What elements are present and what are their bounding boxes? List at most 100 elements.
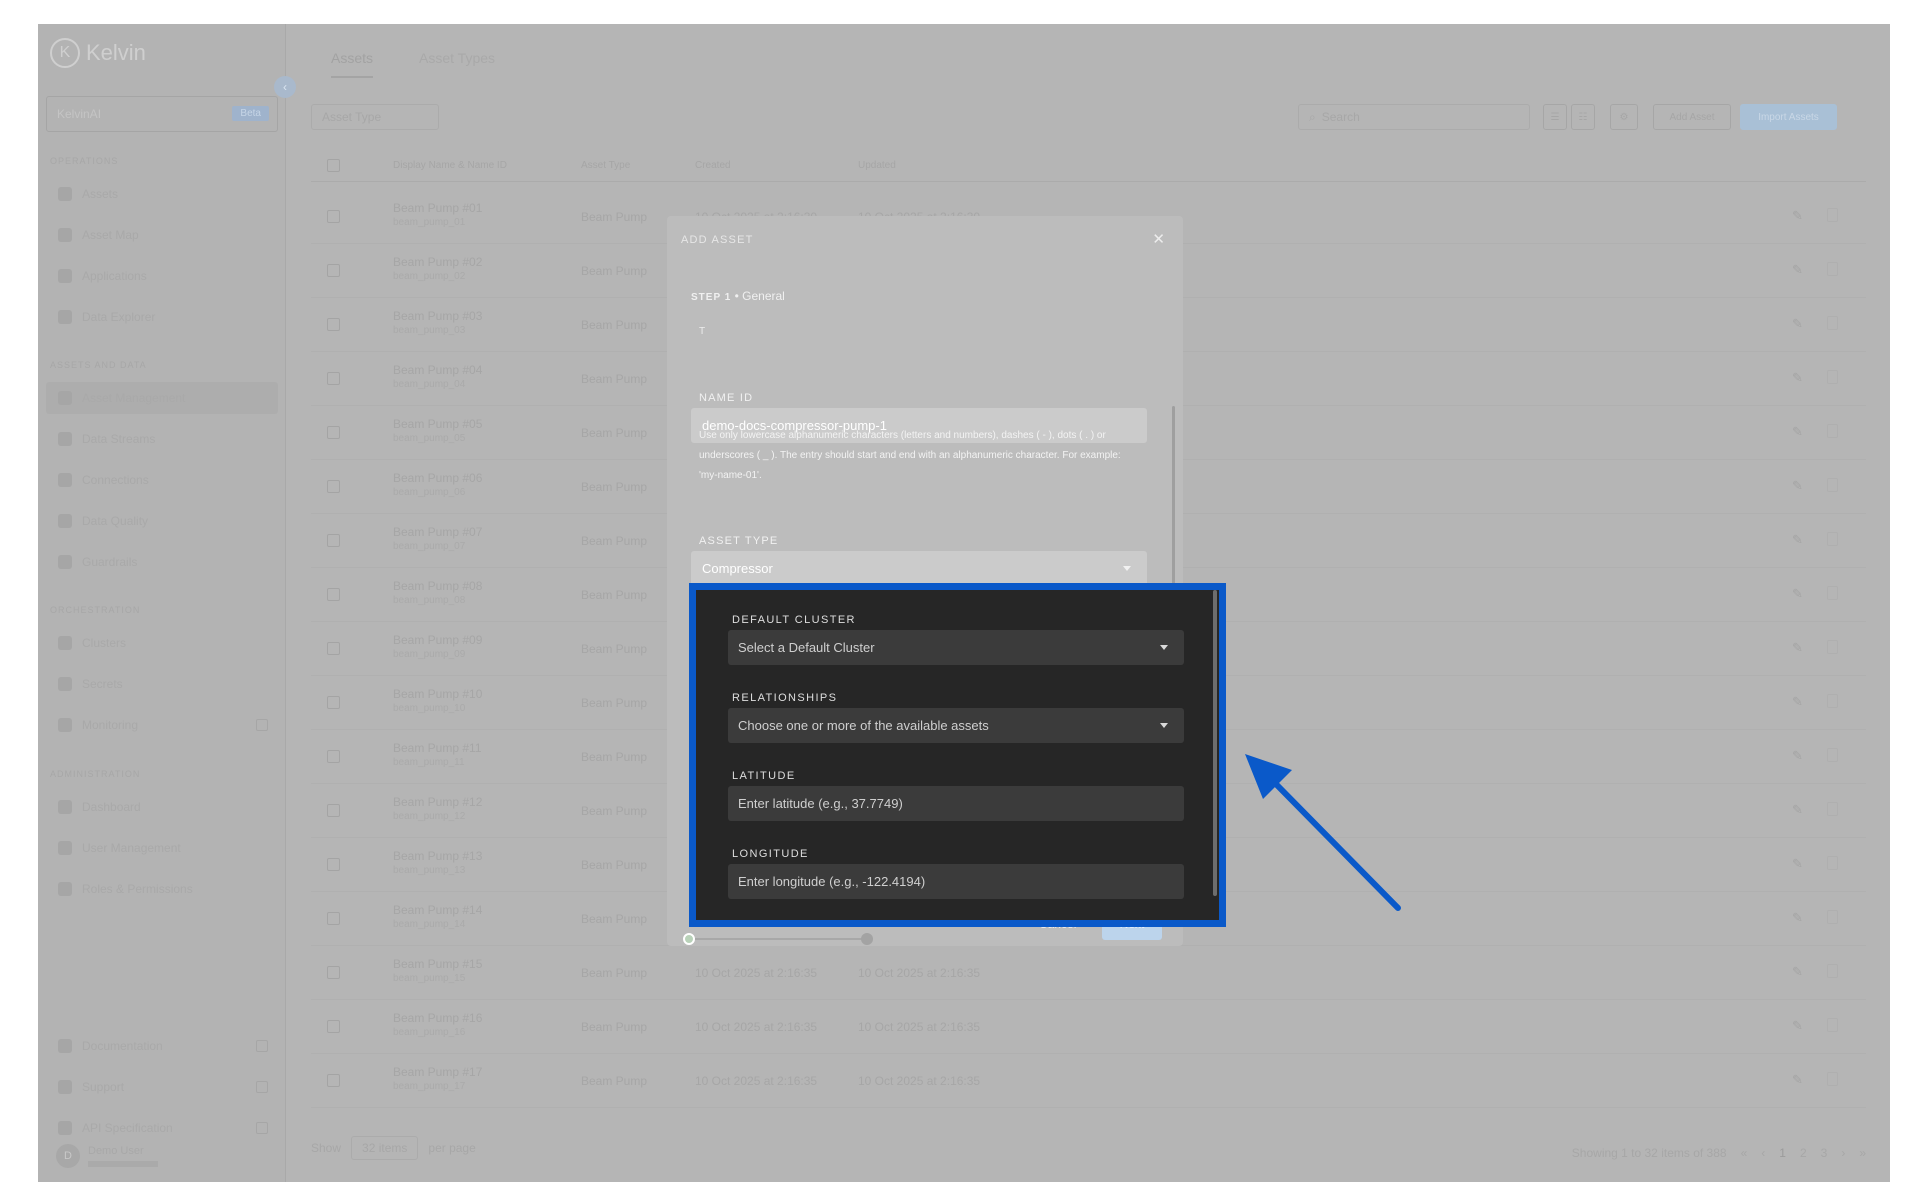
sidebar-item-monitoring[interactable]: Monitoring	[46, 709, 278, 741]
page-1[interactable]: 1	[1779, 1146, 1786, 1160]
delete-trash-icon[interactable]	[1827, 1072, 1838, 1086]
sidebar-item-clusters[interactable]: Clusters	[46, 627, 278, 659]
delete-trash-icon[interactable]	[1827, 370, 1838, 384]
delete-trash-icon[interactable]	[1827, 910, 1838, 924]
sidebar-item-roles-permissions[interactable]: Roles & Permissions	[46, 873, 278, 905]
table-row[interactable]: Beam Pump #16 beam_pump_16 Beam Pump 10 Oct…	[311, 1000, 1866, 1054]
delete-trash-icon[interactable]	[1827, 640, 1838, 654]
list-view-icon[interactable]: ☰	[1543, 104, 1567, 130]
collapse-sidebar-chevron-icon[interactable]: ‹	[274, 76, 296, 98]
relationships-select[interactable]: Choose one or more of the available asse…	[728, 708, 1184, 743]
last-page-icon[interactable]: »	[1859, 1146, 1866, 1160]
import-assets-button[interactable]: Import Assets	[1740, 104, 1837, 130]
sidebar-item-asset-map[interactable]: Asset Map	[46, 219, 278, 251]
delete-trash-icon[interactable]	[1827, 1018, 1838, 1032]
sidebar-item-connections[interactable]: Connections	[46, 464, 278, 496]
sidebar-item-guardrails[interactable]: Guardrails	[46, 546, 278, 578]
edit-pencil-icon[interactable]: ✎	[1792, 586, 1806, 601]
select-all-checkbox[interactable]	[327, 159, 340, 172]
sidebar-item-user-management[interactable]: User Management	[46, 832, 278, 864]
row-checkbox[interactable]	[327, 750, 340, 763]
row-checkbox[interactable]	[327, 318, 340, 331]
sidebar-item-data-explorer[interactable]: Data Explorer	[46, 301, 278, 333]
edit-pencil-icon[interactable]: ✎	[1792, 262, 1806, 277]
delete-trash-icon[interactable]	[1827, 478, 1838, 492]
sidebar-item-dashboard[interactable]: Dashboard	[46, 791, 278, 823]
row-checkbox[interactable]	[327, 1020, 340, 1033]
per-page-select[interactable]: 32 items	[351, 1136, 419, 1160]
edit-pencil-icon[interactable]: ✎	[1792, 964, 1806, 979]
delete-trash-icon[interactable]	[1827, 964, 1838, 978]
row-checkbox[interactable]	[327, 372, 340, 385]
edit-pencil-icon[interactable]: ✎	[1792, 208, 1806, 223]
sidebar-item-support[interactable]: Support	[46, 1071, 278, 1103]
row-checkbox[interactable]	[327, 804, 340, 817]
edit-pencil-icon[interactable]: ✎	[1792, 1018, 1806, 1033]
edit-pencil-icon[interactable]: ✎	[1792, 370, 1806, 385]
settings-gear-icon[interactable]: ⚙	[1610, 104, 1638, 130]
delete-trash-icon[interactable]	[1827, 262, 1838, 276]
row-checkbox[interactable]	[327, 210, 340, 223]
page-2[interactable]: 2	[1800, 1146, 1807, 1160]
modal-scrollbar[interactable]	[1213, 590, 1217, 896]
row-checkbox[interactable]	[327, 912, 340, 925]
column-asset-type[interactable]: Asset Type	[581, 160, 630, 171]
sidebar-item-secrets[interactable]: Secrets	[46, 668, 278, 700]
section-operations[interactable]: OPERATIONS	[50, 156, 118, 166]
row-checkbox[interactable]	[327, 426, 340, 439]
asset-type-select[interactable]: Compressor	[691, 551, 1147, 586]
user-menu[interactable]: D Demo User	[56, 1144, 158, 1168]
column-updated[interactable]: Updated	[858, 160, 896, 171]
sidebar-item-data-quality[interactable]: Data Quality	[46, 505, 278, 537]
edit-pencil-icon[interactable]: ✎	[1792, 316, 1806, 331]
row-checkbox[interactable]	[327, 534, 340, 547]
section-assets-and-data[interactable]: ASSETS AND DATA	[50, 360, 147, 370]
sidebar-item-applications[interactable]: Applications	[46, 260, 278, 292]
table-row[interactable]: Beam Pump #17 beam_pump_17 Beam Pump 10 Oct…	[311, 1054, 1866, 1108]
sidebar-item-documentation[interactable]: Documentation	[46, 1030, 278, 1062]
table-row[interactable]: Beam Pump #15 beam_pump_15 Beam Pump 10 Oct…	[311, 946, 1866, 1000]
row-checkbox[interactable]	[327, 966, 340, 979]
edit-pencil-icon[interactable]: ✎	[1792, 910, 1806, 925]
table-view-icon[interactable]: ☷	[1571, 104, 1595, 130]
sidebar-item-asset-management[interactable]: Asset Management	[46, 382, 278, 414]
tab-asset-types[interactable]: Asset Types	[419, 50, 495, 78]
first-page-icon[interactable]: «	[1741, 1146, 1748, 1160]
next-page-icon[interactable]: ›	[1841, 1146, 1845, 1160]
delete-trash-icon[interactable]	[1827, 424, 1838, 438]
section-administration[interactable]: ADMINISTRATION	[50, 769, 140, 779]
sidebar-item-assets[interactable]: Assets	[46, 178, 278, 210]
edit-pencil-icon[interactable]: ✎	[1792, 694, 1806, 709]
row-checkbox[interactable]	[327, 696, 340, 709]
page-3[interactable]: 3	[1821, 1146, 1828, 1160]
row-checkbox[interactable]	[327, 1074, 340, 1087]
column-created[interactable]: Created	[695, 160, 731, 171]
section-orchestration[interactable]: ORCHESTRATION	[50, 605, 140, 615]
workspace-selector[interactable]: KelvinAI Beta	[46, 96, 278, 132]
edit-pencil-icon[interactable]: ✎	[1792, 802, 1806, 817]
edit-pencil-icon[interactable]: ✎	[1792, 478, 1806, 493]
edit-pencil-icon[interactable]: ✎	[1792, 1072, 1806, 1087]
asset-type-filter[interactable]: Asset Type	[311, 104, 439, 130]
delete-trash-icon[interactable]	[1827, 748, 1838, 762]
edit-pencil-icon[interactable]: ✎	[1792, 532, 1806, 547]
tab-assets[interactable]: Assets	[331, 50, 374, 78]
row-checkbox[interactable]	[327, 642, 340, 655]
longitude-input[interactable]: Enter longitude (e.g., -122.4194)	[728, 864, 1184, 899]
sidebar-item-api-specification[interactable]: API Specification	[46, 1112, 278, 1144]
default-cluster-select[interactable]: Select a Default Cluster	[728, 630, 1184, 665]
edit-pencil-icon[interactable]: ✎	[1792, 748, 1806, 763]
latitude-input[interactable]: Enter latitude (e.g., 37.7749)	[728, 786, 1184, 821]
row-checkbox[interactable]	[327, 264, 340, 277]
add-asset-button[interactable]: Add Asset	[1653, 104, 1731, 130]
delete-trash-icon[interactable]	[1827, 208, 1838, 222]
delete-trash-icon[interactable]	[1827, 532, 1838, 546]
delete-trash-icon[interactable]	[1827, 802, 1838, 816]
delete-trash-icon[interactable]	[1827, 586, 1838, 600]
sidebar-item-data-streams[interactable]: Data Streams	[46, 423, 278, 455]
edit-pencil-icon[interactable]: ✎	[1792, 856, 1806, 871]
edit-pencil-icon[interactable]: ✎	[1792, 640, 1806, 655]
prev-page-icon[interactable]: ‹	[1761, 1146, 1765, 1160]
search-input[interactable]: ⌕ Search	[1298, 104, 1530, 130]
edit-pencil-icon[interactable]: ✎	[1792, 424, 1806, 439]
